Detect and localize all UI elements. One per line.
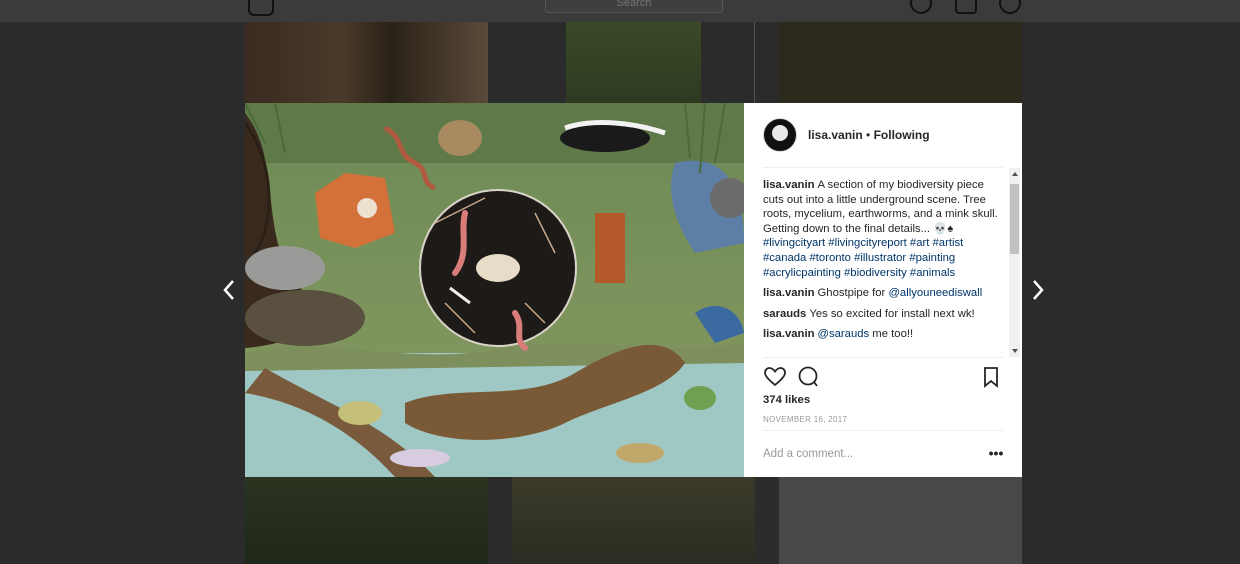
hashtag-links[interactable]: #livingcityart #livingcityreport #art #a… <box>763 237 963 278</box>
post-modal: lisa.vanin • Following lisa.vanin A secti… <box>245 103 1022 477</box>
list-item: lisa.vanin @sarauds me too!! <box>763 327 1006 342</box>
comment-username[interactable]: sarauds <box>763 308 806 320</box>
save-button[interactable] <box>979 365 1003 389</box>
add-comment-input[interactable] <box>763 443 978 465</box>
like-button[interactable] <box>763 365 787 389</box>
bookmark-icon <box>984 367 998 388</box>
list-item: lisa.vanin Ghostpipe for @allyouneediswal… <box>763 286 1006 301</box>
search-input[interactable]: Search <box>545 0 723 13</box>
instagram-logo-icon[interactable] <box>248 0 274 16</box>
scroll-thumb[interactable] <box>1010 184 1019 254</box>
comment-username[interactable]: lisa.vanin <box>763 287 815 299</box>
comment-text: Yes so excited for install next wk! <box>809 307 975 320</box>
comments-scrollbar[interactable] <box>1009 168 1020 357</box>
grid-post-thumbnail[interactable] <box>245 22 488 104</box>
comment-button[interactable] <box>796 365 820 389</box>
header-separator: • <box>866 128 871 142</box>
header-username[interactable]: lisa.vanin <box>808 128 863 142</box>
scroll-down-icon[interactable] <box>1012 349 1018 353</box>
search-placeholder: Search <box>616 0 652 9</box>
avatar[interactable] <box>763 118 797 152</box>
caption-comment: lisa.vanin A section of my biodiversity p… <box>763 178 1006 280</box>
comment-text: me too!! <box>869 328 914 341</box>
divider <box>763 167 1003 168</box>
following-button[interactable]: Following <box>874 128 930 142</box>
grid-post-thumbnail[interactable] <box>245 477 488 564</box>
explore-icon[interactable] <box>910 0 932 14</box>
next-post-button[interactable] <box>1027 277 1049 303</box>
heart-icon[interactable] <box>955 0 977 14</box>
grid-post-thumbnail[interactable] <box>512 477 755 564</box>
mention-link[interactable]: @allyouneediswall <box>888 287 982 299</box>
grid-post-thumbnail[interactable] <box>779 477 1022 564</box>
comments-list: lisa.vanin A section of my biodiversity p… <box>763 178 1006 355</box>
header-text: lisa.vanin • Following <box>808 128 930 142</box>
divider <box>763 357 1003 358</box>
grid-post-thumbnail[interactable] <box>779 22 1022 104</box>
divider <box>754 22 755 104</box>
list-item: sarauds Yes so excited for install next w… <box>763 307 1006 322</box>
more-options-button[interactable]: ••• <box>986 443 1006 463</box>
chevron-left-icon <box>223 280 234 300</box>
artwork-painting <box>245 103 744 477</box>
previous-post-button[interactable] <box>218 277 240 303</box>
comment-icon <box>798 366 818 387</box>
post-image[interactable] <box>245 103 744 477</box>
comment-username[interactable]: lisa.vanin <box>763 179 815 191</box>
top-navbar: Search <box>0 0 1240 22</box>
post-date: NOVEMBER 16, 2017 <box>763 415 848 424</box>
post-actions <box>763 365 1003 391</box>
post-header: lisa.vanin • Following <box>763 117 930 153</box>
scroll-up-icon[interactable] <box>1012 172 1018 176</box>
profile-icon[interactable] <box>999 0 1021 14</box>
chevron-right-icon <box>1033 280 1044 300</box>
grid-post-thumbnail[interactable] <box>566 22 701 104</box>
heart-icon <box>764 367 786 387</box>
divider <box>763 430 1003 431</box>
likes-count[interactable]: 374 likes <box>763 394 810 406</box>
post-side-panel: lisa.vanin • Following lisa.vanin A secti… <box>744 103 1022 477</box>
mention-link[interactable]: @sarauds <box>818 328 870 340</box>
comment-text: Ghostpipe for <box>817 287 889 300</box>
comment-username[interactable]: lisa.vanin <box>763 328 815 340</box>
